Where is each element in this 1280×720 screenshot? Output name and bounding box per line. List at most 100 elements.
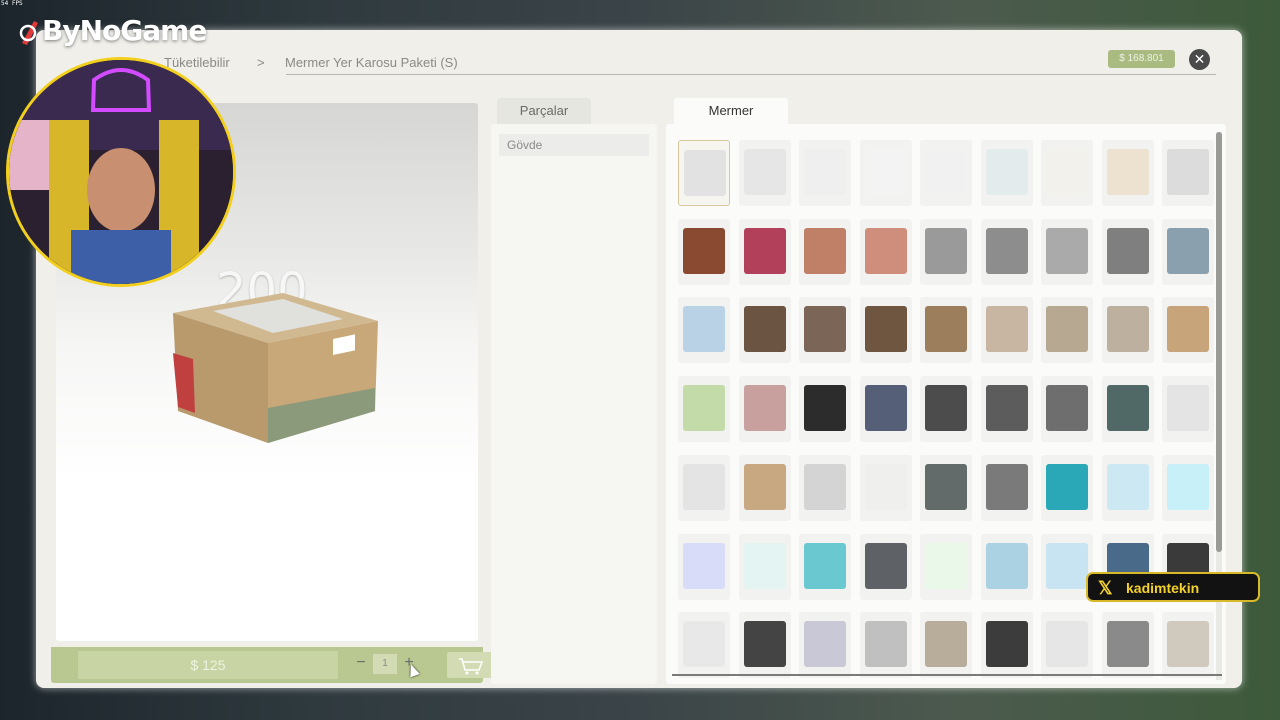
swatch-texture (864, 227, 907, 274)
material-swatch[interactable] (799, 218, 851, 285)
swatch-texture (804, 542, 846, 589)
swatch-texture (864, 463, 907, 510)
material-swatch[interactable] (799, 297, 851, 364)
swatch-texture (864, 621, 907, 668)
material-swatch[interactable] (1041, 218, 1093, 285)
material-swatch[interactable] (859, 376, 912, 443)
material-swatch[interactable] (1041, 140, 1093, 206)
material-swatch[interactable] (980, 140, 1033, 206)
material-swatch[interactable] (799, 140, 851, 206)
material-swatch[interactable] (859, 533, 912, 600)
material-swatch[interactable] (678, 454, 730, 521)
swatch-texture (683, 621, 725, 668)
swatch-texture (985, 227, 1028, 274)
material-swatch[interactable] (859, 297, 912, 364)
material-swatch[interactable] (1041, 297, 1093, 364)
tab-marble[interactable]: Mermer (674, 98, 788, 124)
material-swatch[interactable] (738, 612, 791, 679)
material-swatch[interactable] (738, 533, 791, 600)
decrease-quantity-button[interactable]: − (353, 653, 369, 673)
material-swatch[interactable] (738, 140, 791, 206)
material-swatch[interactable] (799, 376, 851, 443)
swatch-texture (743, 149, 786, 195)
material-swatch[interactable] (980, 297, 1033, 364)
material-swatch[interactable] (678, 297, 730, 364)
swatch-texture (1046, 149, 1088, 195)
material-swatch[interactable] (738, 297, 791, 364)
material-swatch[interactable] (920, 612, 972, 679)
swatch-texture (743, 306, 786, 353)
material-swatch[interactable] (1101, 376, 1154, 443)
material-swatch[interactable] (738, 376, 791, 443)
material-swatch[interactable] (920, 533, 972, 600)
material-swatch[interactable] (1162, 454, 1214, 521)
material-swatch[interactable] (859, 218, 912, 285)
material-swatch[interactable] (1162, 218, 1214, 285)
swatch-texture (1046, 621, 1088, 668)
material-swatch[interactable] (1162, 297, 1214, 364)
material-swatch[interactable] (920, 218, 972, 285)
material-swatch[interactable] (738, 218, 791, 285)
swatch-texture (804, 385, 846, 432)
swatch-texture (985, 621, 1028, 668)
material-swatch[interactable] (920, 140, 972, 206)
swatch-texture (1167, 306, 1209, 353)
tab-parts[interactable]: Parçalar (497, 98, 591, 124)
swatch-texture (985, 463, 1028, 510)
material-swatch[interactable] (980, 612, 1033, 679)
breadcrumb-category[interactable]: Tüketilebilir (164, 55, 230, 70)
material-swatch[interactable] (920, 297, 972, 364)
material-swatch[interactable] (738, 454, 791, 521)
material-swatch[interactable] (1162, 140, 1214, 206)
swatch-texture (864, 149, 907, 195)
material-swatch[interactable] (799, 454, 851, 521)
swatch-texture (985, 306, 1028, 353)
swatch-texture (804, 463, 846, 510)
material-swatch[interactable] (1101, 140, 1154, 206)
swatch-texture (1046, 542, 1088, 589)
swatch-texture (1167, 149, 1209, 195)
material-swatch[interactable] (1162, 376, 1214, 443)
logo-text: ByNoGame (42, 14, 207, 47)
quantity-field[interactable]: 1 (373, 654, 397, 674)
material-swatch[interactable] (1101, 297, 1154, 364)
swatch-texture (1167, 227, 1209, 274)
grid-bottom-bar (672, 674, 1222, 676)
material-swatch[interactable] (920, 376, 972, 443)
material-swatch[interactable] (859, 140, 912, 206)
swatch-texture (804, 621, 846, 668)
swatch-texture (804, 306, 846, 353)
material-swatch[interactable] (920, 454, 972, 521)
material-swatch[interactable] (1041, 612, 1093, 679)
material-swatch[interactable] (678, 612, 730, 679)
material-swatch[interactable] (1101, 218, 1154, 285)
material-swatch[interactable] (1041, 454, 1093, 521)
material-swatch[interactable] (678, 218, 730, 285)
swatch-texture (925, 542, 967, 589)
material-swatch[interactable] (859, 612, 912, 679)
material-swatch[interactable] (980, 533, 1033, 600)
material-swatch[interactable] (859, 454, 912, 521)
part-item-body[interactable]: Gövde (499, 134, 649, 156)
material-swatch[interactable] (799, 533, 851, 600)
logo-icon (19, 21, 38, 45)
swatch-texture (1167, 463, 1209, 510)
swatch-texture (1106, 621, 1149, 668)
close-button[interactable]: ✕ (1189, 49, 1210, 70)
material-swatch[interactable] (980, 376, 1033, 443)
material-swatch[interactable] (1162, 612, 1214, 679)
material-swatch[interactable] (1041, 376, 1093, 443)
scrollbar-thumb[interactable] (1216, 132, 1222, 552)
price-display: $ 125 (78, 651, 338, 679)
material-swatch[interactable] (980, 218, 1033, 285)
material-swatch[interactable] (980, 454, 1033, 521)
material-swatch[interactable] (799, 612, 851, 679)
breadcrumb-separator: > (257, 55, 265, 70)
material-swatch[interactable] (678, 140, 730, 206)
swatch-texture (925, 149, 967, 195)
material-swatch[interactable] (678, 376, 730, 443)
material-swatch[interactable] (1101, 612, 1154, 679)
add-to-cart-button[interactable] (447, 652, 493, 678)
material-swatch[interactable] (1101, 454, 1154, 521)
material-swatch[interactable] (678, 533, 730, 600)
